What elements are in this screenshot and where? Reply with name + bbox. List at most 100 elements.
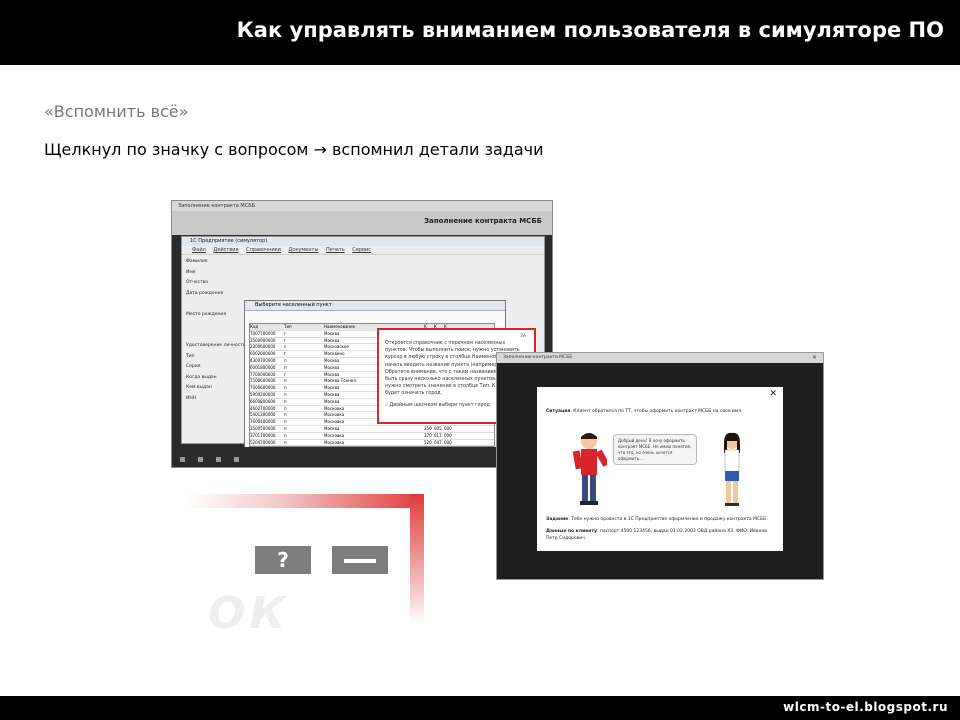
- table-cell: Москва: [324, 425, 340, 431]
- zoom-frame-top: [186, 494, 424, 508]
- table-cell: 3500500000: [250, 425, 276, 431]
- simulator-screenshot-task: Заполнение контракта МСББ × ✕ Ситуация. …: [496, 352, 824, 580]
- help-icon[interactable]: [198, 457, 204, 462]
- slide-caption: Щелкнул по значку с вопросом → вспомнил …: [44, 140, 544, 159]
- table-cell: 2300600000: [250, 344, 276, 350]
- speech-bubble: Добрый день! Я хочу оформить контракт МС…: [613, 434, 697, 465]
- table-cell: 7500600000: [250, 378, 276, 384]
- dialog-title: Выберите населенный пункт: [245, 301, 505, 311]
- simulator-toolbar: [172, 447, 552, 467]
- table-cell: 350: [424, 425, 432, 431]
- table-cell: г: [284, 351, 287, 357]
- print-icon[interactable]: [234, 457, 240, 462]
- table-cell: 4300700000: [250, 357, 276, 363]
- table-cell: г: [284, 330, 287, 336]
- table-cell: Московка: [324, 432, 345, 438]
- ghost-ok-text: ОК: [208, 588, 290, 639]
- app-title: 1С Предприятие (симулятор): [182, 237, 544, 246]
- simulator-header-title: Заполнение контракта МСББ: [424, 217, 542, 225]
- table-cell: п: [284, 405, 287, 411]
- table-cell: 000: [444, 432, 452, 438]
- situation-label: Ситуация: [546, 409, 571, 414]
- table-cell: 5900200000: [250, 391, 276, 397]
- close-icon[interactable]: ×: [812, 353, 817, 363]
- table-cell: 3500900000: [250, 337, 276, 343]
- client-data-text: Данные по клиенту: паспорт 4500 123456, …: [546, 528, 774, 542]
- table-cell: 6001800000: [250, 364, 276, 370]
- mail-icon[interactable]: [216, 457, 222, 462]
- minus-icon: [344, 559, 376, 563]
- situation-text: Ситуация. Клиент обратился по ТТ, чтобы …: [546, 409, 774, 414]
- simulator-header: Заполнение контракта МСББ: [172, 211, 552, 235]
- zoom-frame-right: [410, 494, 424, 624]
- hint-action-text: Двойным щелчком выбери пункт город: [389, 402, 490, 408]
- cursor-icon: ☝: [385, 402, 388, 408]
- form-label: Отчество: [186, 280, 209, 285]
- client-character-image: [572, 433, 607, 505]
- task-label: Задание: [546, 517, 569, 522]
- task-modal: ✕ Ситуация. Клиент обратился по ТТ, чтоб…: [537, 387, 783, 551]
- window-title-text: Заполнение контракта МСББ: [503, 355, 573, 360]
- table-cell: г: [284, 337, 287, 343]
- modal-close-button[interactable]: ✕: [769, 389, 777, 399]
- table-header-cell: Код: [250, 324, 259, 329]
- consultant-character-image: [724, 432, 740, 506]
- table-cell: п: [284, 364, 287, 370]
- hint-close-button[interactable]: ЗА: [520, 333, 526, 340]
- table-row[interactable]: 3701700000 п Московка 370 017 000: [250, 433, 494, 440]
- menu-item-directories[interactable]: Справочники: [246, 247, 281, 253]
- situation-body: . Клиент обратился по ТТ, чтобы оформить…: [570, 409, 743, 414]
- table-cell: 6600800000: [250, 398, 276, 404]
- client-label: Данные по клиенту: [546, 529, 597, 534]
- table-cell: 7000600000: [250, 385, 276, 391]
- table-cell: Московка: [324, 439, 345, 445]
- table-cell: п: [284, 425, 287, 431]
- table-cell: п: [284, 412, 287, 418]
- slide-subtitle: «Вспомнить всё»: [44, 102, 189, 121]
- table-cell: 3701700000: [250, 432, 276, 438]
- task-body: . Тебе нужно провести в 1С Предприятие о…: [568, 517, 768, 522]
- menu-item-file[interactable]: Файл: [192, 247, 206, 253]
- table-row[interactable]: 5204700000 п Московка 520 047 000: [250, 439, 494, 446]
- table-cell: п: [284, 398, 287, 404]
- grid-icon[interactable]: [180, 457, 185, 462]
- help-question-button[interactable]: ?: [255, 546, 311, 574]
- table-cell: п: [284, 419, 287, 425]
- table-cell: с: [284, 344, 287, 350]
- bottom-banner: wlcm-to-el.blogspot.ru: [0, 696, 960, 720]
- minimize-button[interactable]: [332, 546, 388, 574]
- table-cell: 6002000000: [250, 351, 276, 357]
- table-cell: п: [284, 391, 287, 397]
- blog-url: wlcm-to-el.blogspot.ru: [783, 700, 948, 714]
- table-cell: г: [284, 371, 287, 377]
- task-text: Задание. Тебе нужно провести в 1С Предпр…: [546, 517, 774, 522]
- table-cell: 4602700000: [250, 405, 276, 411]
- slide-title: Как управлять вниманием пользователя в с…: [236, 18, 944, 42]
- menu-item-print[interactable]: Печать: [326, 247, 345, 253]
- table-header-cell: Тип: [284, 324, 292, 329]
- window-title: Заполнение контракта МСББ: [172, 201, 552, 211]
- table-cell: 000: [444, 425, 452, 431]
- table-cell: п: [284, 439, 287, 445]
- table-cell: 005: [434, 425, 442, 431]
- app-menu: Файл Действия Справочники Документы Печа…: [182, 246, 544, 255]
- window-title: Заполнение контракта МСББ ×: [497, 353, 823, 363]
- table-cell: 000: [444, 439, 452, 445]
- menu-item-documents[interactable]: Документы: [288, 247, 318, 253]
- table-cell: 7700000000: [250, 371, 276, 377]
- table-cell: 7007700000: [250, 330, 276, 336]
- table-cell: 5204700000: [250, 439, 276, 445]
- table-cell: 017: [434, 432, 442, 438]
- table-cell: 5401300000: [250, 412, 276, 418]
- table-cell: п: [284, 357, 287, 363]
- table-cell: 520: [424, 439, 432, 445]
- top-banner: Как управлять вниманием пользователя в с…: [0, 0, 960, 65]
- table-cell: 370: [424, 432, 432, 438]
- menu-item-service[interactable]: Сервис: [352, 247, 371, 253]
- table-cell: 7600400000: [250, 419, 276, 425]
- table-row[interactable]: 3500500000 п Москва 350 005 000: [250, 426, 494, 433]
- menu-item-actions[interactable]: Действия: [213, 247, 238, 253]
- table-cell: 047: [434, 439, 442, 445]
- table-cell: п: [284, 385, 287, 391]
- form-label: Фамилия: [186, 259, 208, 264]
